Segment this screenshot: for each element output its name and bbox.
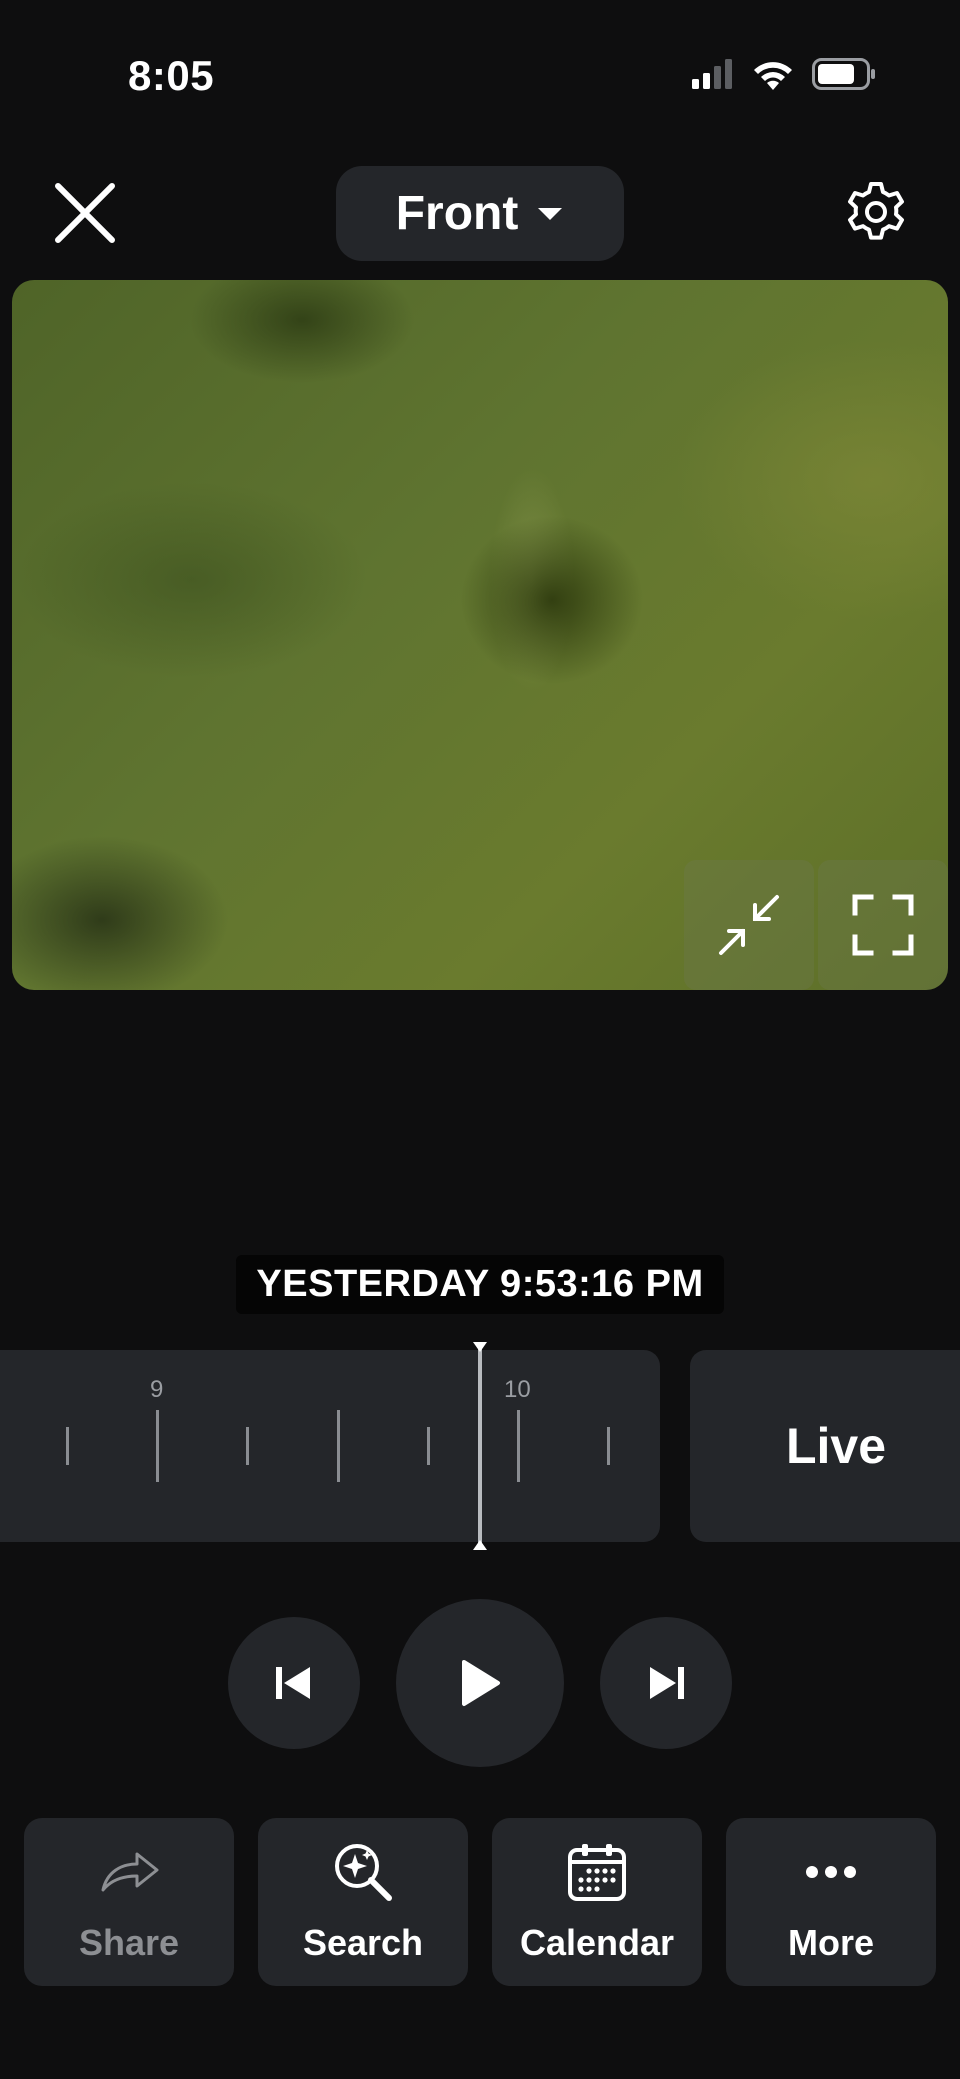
timeline-tick	[427, 1427, 430, 1465]
play-button[interactable]	[396, 1599, 564, 1767]
smart-search-icon	[335, 1844, 392, 1901]
timeline-tick	[607, 1427, 610, 1465]
wifi-icon	[754, 62, 792, 90]
play-icon	[462, 1660, 500, 1706]
timeline-tick	[246, 1427, 249, 1465]
timeline-label-9: 9	[150, 1376, 164, 1403]
search-label: Search	[302, 1922, 424, 1963]
status-bar: 8:05	[0, 0, 960, 150]
skip-previous-icon	[276, 1667, 310, 1699]
close-button[interactable]	[52, 180, 118, 246]
status-icons	[692, 58, 876, 90]
video-controls	[684, 860, 948, 990]
timeline-playhead[interactable]	[473, 1342, 487, 1550]
more-button[interactable]: More	[726, 1818, 936, 1986]
share-icon	[101, 1852, 159, 1892]
timeline-tick	[517, 1410, 520, 1482]
minimize-button[interactable]	[684, 860, 814, 990]
close-icon	[55, 183, 115, 243]
share-icon-wrap	[99, 1840, 159, 1904]
timeline-tick	[156, 1410, 159, 1482]
playhead-top-marker	[473, 1342, 487, 1352]
cellular-signal-icon	[692, 59, 732, 89]
calendar-button[interactable]: Calendar	[492, 1818, 702, 1986]
more-icon-wrap	[805, 1840, 857, 1904]
skip-next-icon	[650, 1667, 684, 1699]
previous-event-button[interactable]	[228, 1617, 360, 1749]
timeline-scrubber[interactable]: 9 10	[0, 1350, 660, 1542]
next-event-button[interactable]	[600, 1617, 732, 1749]
live-button[interactable]: Live	[690, 1350, 960, 1542]
more-label: More	[787, 1922, 874, 1963]
fullscreen-button[interactable]	[818, 860, 948, 990]
calendar-icon-wrap	[567, 1840, 627, 1904]
search-button[interactable]: Search	[258, 1818, 468, 1986]
gear-icon	[848, 182, 904, 240]
calendar-label: Calendar	[519, 1922, 675, 1963]
battery-icon	[812, 58, 875, 90]
timestamp-label: YESTERDAY 9:53:16 PM	[236, 1255, 724, 1314]
status-time: 8:05	[128, 52, 215, 99]
video-player[interactable]	[12, 280, 948, 990]
fullscreen-icon	[852, 894, 914, 956]
settings-button[interactable]	[844, 180, 908, 244]
share-label: Share	[78, 1922, 180, 1963]
share-button[interactable]: Share	[24, 1818, 234, 1986]
smart-search-icon-wrap	[331, 1840, 395, 1904]
timeline-tick	[337, 1410, 340, 1482]
camera-name: Front	[395, 187, 519, 240]
calendar-icon	[568, 1844, 626, 1901]
playhead-bottom-marker	[473, 1540, 487, 1550]
timeline-tick	[66, 1427, 69, 1465]
minimize-icon	[719, 895, 779, 955]
camera-selector[interactable]: Front	[336, 166, 624, 261]
timeline-label-10: 10	[504, 1376, 531, 1403]
caret-down-icon	[538, 207, 563, 220]
more-icon	[806, 1866, 856, 1878]
